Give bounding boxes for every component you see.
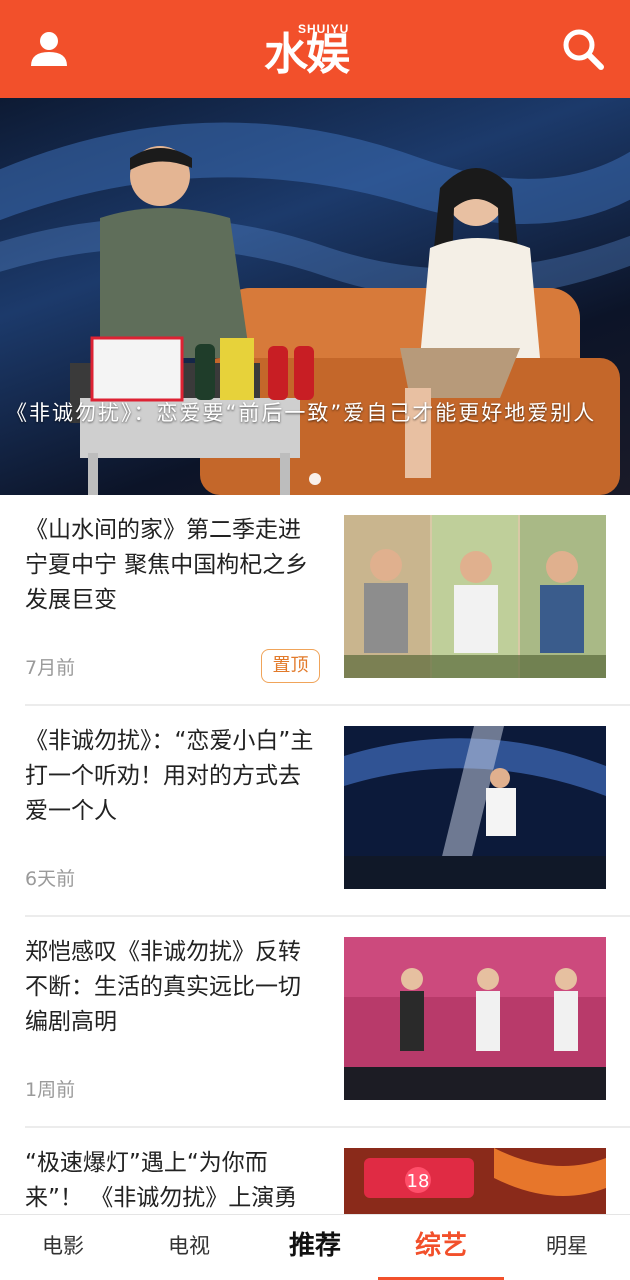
tab-variety[interactable]: 综艺 xyxy=(378,1215,504,1280)
hero-banner[interactable]: 《非诚勿扰》：恋爱要“前后一致”爱自己才能更好地爱别人 xyxy=(0,98,630,495)
app-logo: SHUIYU 水娱 xyxy=(250,16,380,80)
article-title[interactable]: 郑恺感叹《非诚勿扰》反转不断：生活的真实远比一切编剧高明 xyxy=(25,935,315,1040)
app-header: SHUIYU 水娱 xyxy=(0,0,630,98)
article-time: 1周前 xyxy=(25,1079,76,1101)
list-item[interactable]: 《非诚勿扰》：“恋爱小白”主打一个听劝！用对的方式去爱一个人 6天前 xyxy=(0,706,630,917)
hero-caption: 《非诚勿扰》：恋爱要“前后一致”爱自己才能更好地爱别人 xyxy=(6,401,597,425)
tab-stars[interactable]: 明星 xyxy=(504,1215,630,1280)
bottom-nav: 电影 电视 推荐 综艺 明星 xyxy=(0,1214,630,1280)
article-time: 7月前 xyxy=(25,657,76,679)
tab-movies[interactable]: 电影 xyxy=(0,1215,126,1280)
search-icon[interactable] xyxy=(560,26,606,72)
tab-tv[interactable]: 电视 xyxy=(126,1215,252,1280)
list-item[interactable]: 《山水间的家》第二季走进宁夏中宁 聚焦中国枸杞之乡发展巨变 7月前 置顶 xyxy=(0,495,630,706)
tab-recommended[interactable]: 推荐 xyxy=(252,1215,378,1280)
article-thumbnail[interactable] xyxy=(344,726,606,889)
article-thumbnail[interactable] xyxy=(344,515,606,678)
list-item[interactable]: 郑恺感叹《非诚勿扰》反转不断：生活的真实远比一切编剧高明 1周前 xyxy=(0,917,630,1128)
thumb-number: 18 xyxy=(407,1171,430,1192)
article-title[interactable]: 《山水间的家》第二季走进宁夏中宁 聚焦中国枸杞之乡发展巨变 xyxy=(25,513,315,618)
article-title[interactable]: 《非诚勿扰》：“恋爱小白”主打一个听劝！用对的方式去爱一个人 xyxy=(25,724,315,829)
hero-image xyxy=(0,122,630,495)
article-time: 6天前 xyxy=(25,868,76,890)
logo-main-text: 水娱 xyxy=(264,29,350,80)
article-title[interactable]: “极速爆灯”遇上“为你而来”！ 《非诚勿扰》上演勇 xyxy=(25,1146,315,1216)
user-icon[interactable] xyxy=(28,28,70,70)
carousel-indicator xyxy=(309,473,321,485)
article-thumbnail[interactable] xyxy=(344,937,606,1100)
pinned-badge: 置顶 xyxy=(261,649,320,683)
